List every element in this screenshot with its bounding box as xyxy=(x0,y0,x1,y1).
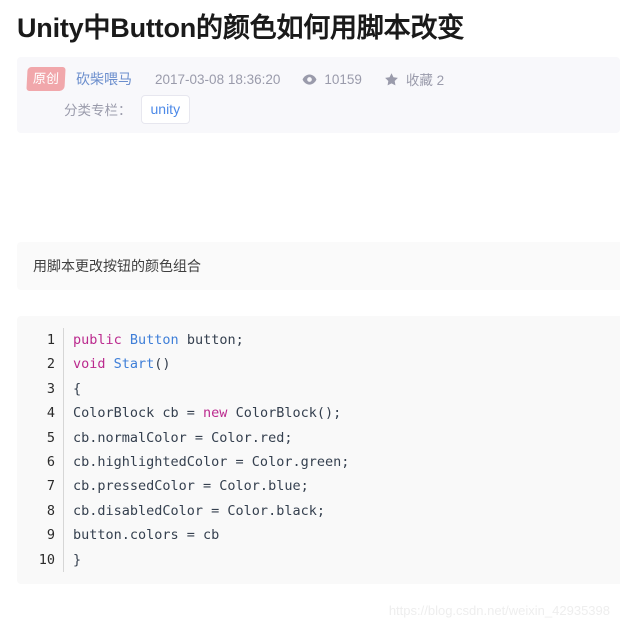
code-line: 5 cb.normalColor = Color.red; xyxy=(17,425,620,450)
code-lines-container: 1 public Button button; 2 void Start() 3{4 Co… xyxy=(17,328,620,572)
code-token: } xyxy=(73,551,82,568)
code-token: Start xyxy=(113,356,155,373)
line-number: 4 xyxy=(17,401,64,426)
line-number: 2 xyxy=(17,352,64,377)
meta-row-primary: 原创 砍柴喂马 2017-03-08 18:36:20 10159 收藏 2 xyxy=(17,66,620,92)
code-token: cb.pressedColor = Color.blue; xyxy=(73,478,309,495)
view-count: 10159 xyxy=(302,72,362,87)
code-line-text: void Start() xyxy=(64,352,171,376)
collect-count-value: 收藏 2 xyxy=(405,73,445,88)
line-number: 8 xyxy=(17,498,64,524)
page-title: Unity中Button的颜色如何用脚本改变 xyxy=(17,13,465,43)
code-line: 9 button.colors = cb xyxy=(17,523,620,548)
author-link[interactable]: 砍柴喂马 xyxy=(76,69,132,89)
line-number: 5 xyxy=(17,425,64,450)
code-token: button; xyxy=(178,332,244,348)
code-line-text: ColorBlock cb = new ColorBlock(); xyxy=(64,401,341,425)
category-label: 分类专栏： xyxy=(64,103,132,118)
code-line: 8 cb.disabledColor = Color.black; xyxy=(17,498,620,524)
status-badge: 原创 xyxy=(26,67,66,91)
code-token: cb.disabledColor = Color.black; xyxy=(73,502,325,519)
code-line: 4 ColorBlock cb = new ColorBlock(); xyxy=(17,401,620,426)
watermark: https://blog.csdn.net/weixin_42935398 xyxy=(388,603,610,618)
code-token: cb.normalColor = Color.red; xyxy=(73,429,293,446)
code-token: Button xyxy=(129,332,179,348)
line-number: 10 xyxy=(17,547,64,572)
code-line: 2 void Start() xyxy=(17,352,620,377)
code-line: 3{ xyxy=(17,376,620,402)
code-token: cb.highlightedColor = Color.green; xyxy=(73,453,350,470)
article-meta-bar: 原创 砍柴喂马 2017-03-08 18:36:20 10159 收藏 2 分… xyxy=(17,57,620,133)
code-line-text: cb.highlightedColor = Color.green; xyxy=(64,450,349,474)
code-line-text: cb.pressedColor = Color.blue; xyxy=(64,474,309,498)
eye-icon xyxy=(302,72,317,87)
line-number: 7 xyxy=(17,474,64,499)
code-line-text: { xyxy=(64,377,81,401)
category-tag-unity[interactable]: unity xyxy=(140,94,191,124)
code-token: { xyxy=(73,380,82,397)
code-token: () xyxy=(154,356,171,373)
code-line-text: button.colors = cb xyxy=(64,523,219,547)
line-number: 9 xyxy=(17,523,64,548)
code-line-text: cb.normalColor = Color.red; xyxy=(64,426,292,450)
star-icon xyxy=(384,72,399,87)
code-line: 10} xyxy=(17,547,620,572)
code-line: 1 public Button button; xyxy=(17,328,620,353)
code-token: button.colors = cb xyxy=(73,527,220,544)
code-line: 6 cb.highlightedColor = Color.green; xyxy=(17,449,620,475)
collect-count[interactable]: 收藏 2 xyxy=(384,69,444,89)
line-number: 1 xyxy=(17,328,64,353)
code-line-text: public Button button; xyxy=(64,328,244,352)
line-number: 3 xyxy=(17,376,64,402)
view-count-value: 10159 xyxy=(324,71,362,87)
code-token: new xyxy=(203,405,228,422)
code-token: ColorBlock cb = xyxy=(73,405,204,422)
body-paragraph: 用脚本更改按钮的颜色组合 xyxy=(33,258,201,274)
code-line-text: cb.disabledColor = Color.black; xyxy=(64,499,325,523)
article-body-panel: 用脚本更改按钮的颜色组合 xyxy=(17,242,620,290)
code-token: public xyxy=(73,332,122,348)
publish-date: 2017-03-08 18:36:20 xyxy=(155,71,281,87)
code-block[interactable]: 1 public Button button; 2 void Start() 3{4 Co… xyxy=(17,316,620,584)
code-token: ColorBlock(); xyxy=(227,405,342,422)
code-token: void xyxy=(73,356,106,373)
code-line: 7 cb.pressedColor = Color.blue; xyxy=(17,474,620,499)
line-number: 6 xyxy=(17,449,64,475)
code-line-text: } xyxy=(64,548,81,572)
meta-row-category: 分类专栏： unity xyxy=(17,94,620,124)
